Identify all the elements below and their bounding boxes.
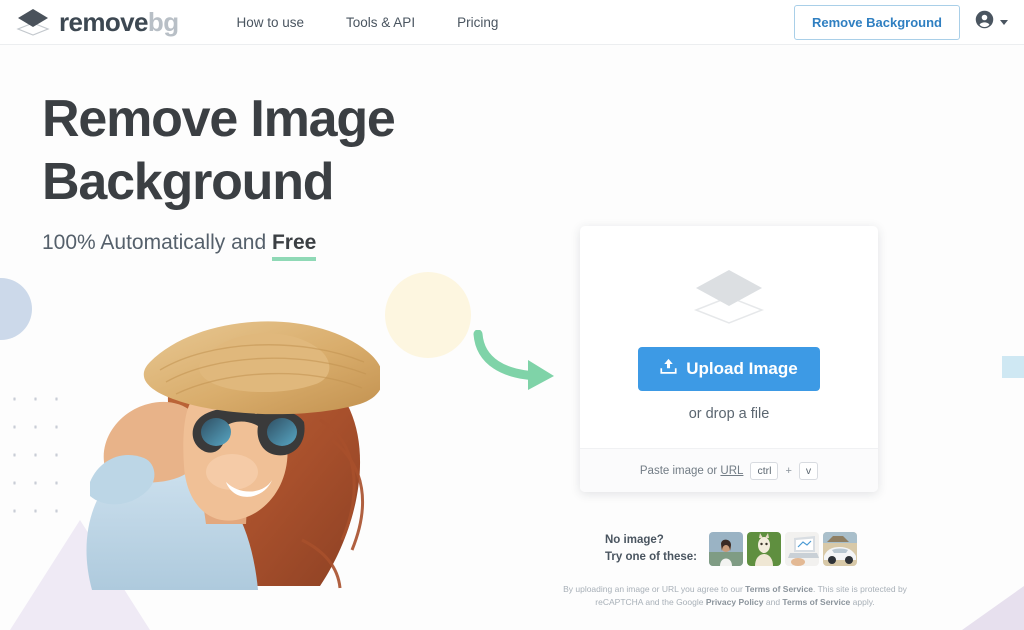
sample-alpaca[interactable] <box>747 532 782 566</box>
paste-hint-bar: Paste image or URL ctrl + v <box>580 448 878 492</box>
key-plus: + <box>785 464 792 477</box>
sample-label: No image? Try one of these: <box>605 532 697 565</box>
legal-line1-c: . This site is <box>813 584 858 594</box>
remove-background-button[interactable]: Remove Background <box>793 4 960 40</box>
legal-disclaimer: By uploading an image or URL you agree t… <box>560 583 910 609</box>
decor-blue-rectangle <box>1002 356 1024 378</box>
page-root: removebg How to use Tools & API Pricing … <box>0 0 1024 630</box>
paste-hint-prefix: Paste image or <box>639 464 721 477</box>
paste-url-link[interactable]: URL <box>720 465 743 477</box>
sample-label-line2: Try one of these: <box>605 551 698 563</box>
hero-title-line2: Background <box>42 153 335 212</box>
hero-section: Remove Image Background 100% Automatical… <box>42 88 396 255</box>
hero-subtitle-highlight: Free <box>271 230 317 254</box>
legal-line2-c: and <box>763 597 783 608</box>
layers-icon <box>690 265 768 327</box>
layers-icon <box>16 7 50 37</box>
upload-image-button[interactable]: Upload Image <box>638 346 820 391</box>
logo[interactable]: removebg <box>16 7 179 37</box>
hero-subtitle: 100% Automatically and Free <box>42 231 395 255</box>
hero-subtitle-prefix: 100% Automatically and <box>42 230 272 254</box>
chevron-down-icon <box>1000 19 1008 25</box>
legal-line2-e: apply. <box>850 597 875 608</box>
upload-dropzone[interactable]: Upload Image or drop a file <box>580 226 878 448</box>
site-header: removebg How to use Tools & API Pricing … <box>0 0 1024 45</box>
sample-laptop[interactable] <box>785 532 820 566</box>
nav-tools-api[interactable]: Tools & API <box>346 15 415 30</box>
key-ctrl: ctrl <box>750 461 779 480</box>
sample-car[interactable] <box>823 532 858 566</box>
hero-title-line1: Remove Image <box>42 90 396 148</box>
main-nav: How to use Tools & API Pricing <box>236 15 498 30</box>
drop-file-text: or drop a file <box>688 405 770 422</box>
upload-icon <box>660 358 677 380</box>
legal-line1-a: By uploading an image or URL you agree t… <box>563 584 746 594</box>
paste-hint-text: Paste image or URL <box>640 465 744 477</box>
sample-woman[interactable] <box>709 532 744 566</box>
logo-text-primary: remove <box>59 7 149 37</box>
upload-button-label: Upload Image <box>686 358 798 378</box>
account-circle-icon <box>974 9 995 35</box>
legal-privacy-link[interactable]: Privacy Policy <box>706 597 764 607</box>
decor-corner-triangle <box>962 586 1024 630</box>
decor-cream-circle <box>385 272 471 358</box>
page-title: Remove Image Background <box>42 88 396 215</box>
hero-cutout-photo <box>20 300 384 590</box>
upload-card: Upload Image or drop a file Paste image … <box>580 226 878 492</box>
header-actions: Remove Background <box>793 4 1008 40</box>
sample-label-line1: No image? <box>605 534 664 547</box>
legal-terms-link-2[interactable]: Terms of Service <box>782 597 850 607</box>
nav-how-to-use[interactable]: How to use <box>236 15 304 30</box>
account-menu[interactable] <box>974 9 1008 35</box>
legal-terms-link-1[interactable]: Terms of Service <box>745 584 813 594</box>
key-v: v <box>798 461 819 480</box>
sample-thumbnails <box>709 532 858 566</box>
nav-pricing[interactable]: Pricing <box>457 15 498 30</box>
sample-images-section: No image? Try one of these: <box>605 532 858 566</box>
logo-text-secondary: bg <box>147 7 179 37</box>
curved-arrow-icon <box>470 329 566 397</box>
